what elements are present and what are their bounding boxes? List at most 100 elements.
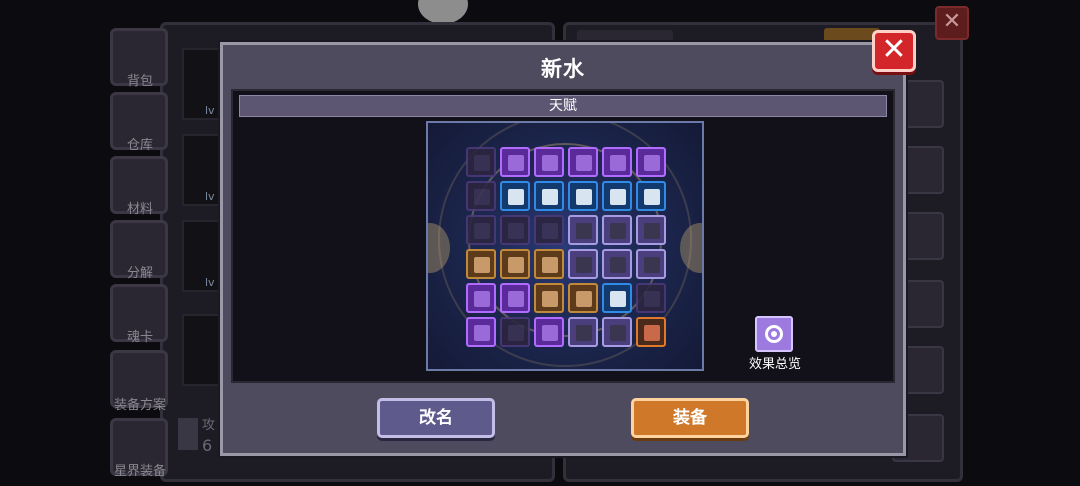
close-button[interactable]: ✕ bbox=[872, 30, 916, 72]
inventory-card[interactable] bbox=[182, 314, 222, 386]
talent-node-icon bbox=[508, 155, 524, 171]
equip-button[interactable]: 装备 bbox=[631, 398, 749, 438]
talent-node-icon bbox=[610, 257, 626, 273]
camera-icon bbox=[418, 0, 468, 24]
talent-node-icon bbox=[474, 155, 490, 171]
inventory-card[interactable] bbox=[182, 220, 222, 292]
level-tag: lv bbox=[205, 104, 215, 117]
sidebar-label-soulcard: 魂卡 bbox=[126, 330, 153, 345]
talent-node[interactable] bbox=[534, 249, 564, 279]
talent-node[interactable] bbox=[636, 181, 666, 211]
talent-node[interactable] bbox=[636, 317, 666, 347]
talent-node[interactable] bbox=[568, 317, 598, 347]
talent-node[interactable] bbox=[466, 147, 496, 177]
stat-label: 攻 bbox=[202, 418, 216, 433]
talent-node-icon bbox=[542, 291, 558, 307]
talent-node[interactable] bbox=[500, 181, 530, 211]
talent-node[interactable] bbox=[500, 283, 530, 313]
talent-node[interactable] bbox=[500, 249, 530, 279]
talent-node[interactable] bbox=[466, 283, 496, 313]
talent-node[interactable] bbox=[568, 283, 598, 313]
talent-node-icon bbox=[576, 325, 592, 341]
section-header: 天赋 bbox=[239, 95, 887, 117]
talent-node[interactable] bbox=[466, 249, 496, 279]
level-tag: lv bbox=[205, 190, 215, 203]
talent-node-icon bbox=[610, 189, 626, 205]
talent-node[interactable] bbox=[568, 181, 598, 211]
talent-node-icon bbox=[644, 257, 660, 273]
inventory-card[interactable] bbox=[182, 134, 222, 206]
talent-node[interactable] bbox=[500, 147, 530, 177]
talent-node-icon bbox=[508, 257, 524, 273]
eye-icon bbox=[765, 325, 783, 343]
talent-node-icon bbox=[576, 189, 592, 205]
talent-node-icon bbox=[474, 291, 490, 307]
talent-node[interactable] bbox=[534, 283, 564, 313]
talent-node-icon bbox=[542, 257, 558, 273]
talent-node[interactable] bbox=[534, 317, 564, 347]
talent-node[interactable] bbox=[466, 317, 496, 347]
sword-icon bbox=[178, 418, 198, 450]
sidebar-label-materials: 材料 bbox=[126, 202, 153, 217]
talent-node-icon bbox=[644, 223, 660, 239]
talent-node[interactable] bbox=[636, 283, 666, 313]
dialog-title: 新水 bbox=[541, 57, 585, 81]
talent-node-icon bbox=[508, 325, 524, 341]
talent-node-icon bbox=[576, 257, 592, 273]
talent-node[interactable] bbox=[568, 147, 598, 177]
talent-node-icon bbox=[610, 291, 626, 307]
talent-node[interactable] bbox=[636, 249, 666, 279]
inventory-card[interactable] bbox=[182, 48, 222, 120]
sidebar-label-dismantle: 分解 bbox=[126, 266, 153, 281]
sidebar-label-backpack: 背包 bbox=[126, 74, 153, 89]
talent-node[interactable] bbox=[636, 215, 666, 245]
talent-node-icon bbox=[474, 189, 490, 205]
talent-node-icon bbox=[576, 291, 592, 307]
sidebar-label-astral: 星界装备 bbox=[113, 464, 166, 479]
rename-button[interactable]: 改名 bbox=[377, 398, 495, 438]
talent-node-icon bbox=[644, 291, 660, 307]
talent-node-icon bbox=[508, 223, 524, 239]
talent-node[interactable] bbox=[636, 147, 666, 177]
talent-node[interactable] bbox=[500, 215, 530, 245]
talent-node-icon bbox=[610, 325, 626, 341]
talent-node-icon bbox=[508, 189, 524, 205]
talent-node-icon bbox=[508, 291, 524, 307]
talent-node-icon bbox=[644, 155, 660, 171]
talent-node[interactable] bbox=[568, 249, 598, 279]
sidebar-label-loadout: 装备方案 bbox=[113, 398, 166, 413]
effect-summary-label[interactable]: 效果总览 bbox=[738, 353, 812, 372]
talent-node[interactable] bbox=[534, 147, 564, 177]
talent-node-icon bbox=[610, 223, 626, 239]
stat-value: 6 bbox=[202, 436, 213, 455]
talent-node-icon bbox=[610, 155, 626, 171]
talent-node-icon bbox=[542, 325, 558, 341]
talent-node[interactable] bbox=[602, 147, 632, 177]
talent-content: 天赋 效果总览 bbox=[231, 89, 895, 383]
level-tag: lv bbox=[205, 276, 215, 289]
talent-dialog: 新水 天赋 效果总览 改名 装备 bbox=[220, 42, 906, 456]
talent-board bbox=[426, 121, 704, 371]
talent-node-icon bbox=[542, 155, 558, 171]
talent-node[interactable] bbox=[602, 283, 632, 313]
board-decoration-ring bbox=[468, 143, 662, 337]
talent-node-icon bbox=[474, 257, 490, 273]
talent-node-icon bbox=[474, 325, 490, 341]
talent-node[interactable] bbox=[466, 215, 496, 245]
talent-node[interactable] bbox=[602, 249, 632, 279]
talent-node-icon bbox=[576, 223, 592, 239]
sidebar-label-warehouse: 仓库 bbox=[126, 138, 153, 153]
talent-node[interactable] bbox=[466, 181, 496, 211]
talent-node-icon bbox=[644, 189, 660, 205]
talent-node-icon bbox=[474, 223, 490, 239]
talent-node[interactable] bbox=[602, 317, 632, 347]
talent-node[interactable] bbox=[602, 215, 632, 245]
talent-node[interactable] bbox=[568, 215, 598, 245]
effect-summary-icon[interactable] bbox=[755, 316, 793, 352]
talent-node[interactable] bbox=[534, 181, 564, 211]
talent-node[interactable] bbox=[602, 181, 632, 211]
talent-node[interactable] bbox=[534, 215, 564, 245]
talent-node-icon bbox=[542, 223, 558, 239]
talent-node[interactable] bbox=[500, 317, 530, 347]
talent-node-icon bbox=[576, 155, 592, 171]
